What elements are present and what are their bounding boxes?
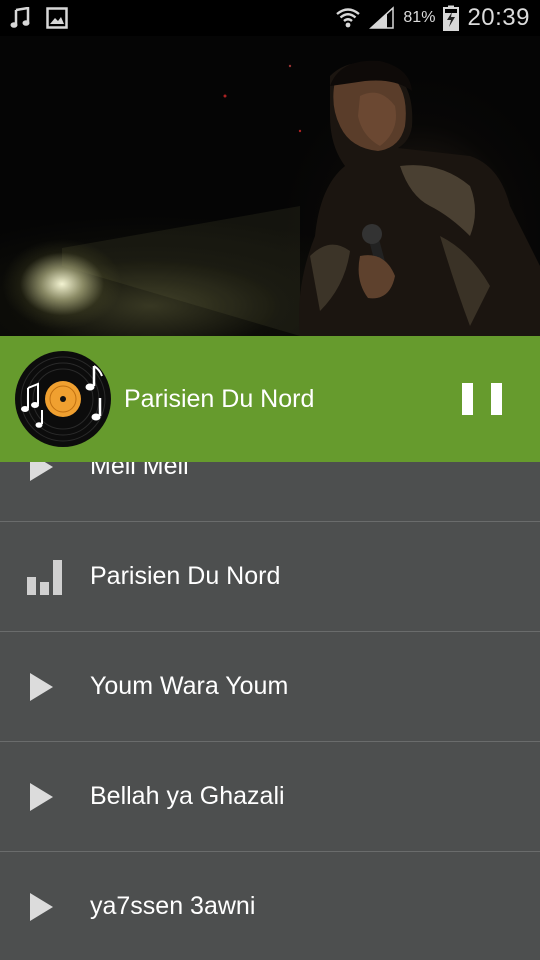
track-title: Parisien Du Nord	[90, 562, 281, 590]
status-clock: 20:39	[467, 4, 530, 31]
now-playing-bar[interactable]: Parisien Du Nord	[0, 336, 540, 462]
equalizer-icon	[27, 557, 67, 597]
pause-button[interactable]	[462, 379, 502, 419]
battery-charging-icon	[443, 5, 460, 31]
image-icon	[46, 7, 68, 29]
play-icon	[27, 777, 67, 817]
now-playing-title: Parisien Du Nord	[124, 384, 315, 413]
wifi-icon	[335, 5, 361, 31]
track-title: ya7ssen 3awni	[90, 892, 256, 920]
play-icon	[27, 887, 67, 927]
vinyl-disc-icon	[14, 350, 112, 448]
track-row[interactable]: Parisien Du Nord	[0, 522, 540, 632]
track-list[interactable]: Meli Meli Parisien Du Nord Youm Wara You…	[0, 412, 540, 960]
battery-percent: 81%	[403, 9, 436, 26]
track-row[interactable]: ya7ssen 3awni	[0, 852, 540, 960]
track-row[interactable]: Youm Wara Youm	[0, 632, 540, 742]
play-icon	[27, 667, 67, 707]
track-title: Bellah ya Ghazali	[90, 782, 285, 810]
artist-image	[0, 36, 540, 336]
pause-icon	[462, 383, 473, 415]
signal-icon	[369, 6, 395, 30]
status-bar: 81% 20:39	[0, 0, 540, 36]
track-title: Youm Wara Youm	[90, 672, 289, 700]
music-note-icon	[10, 7, 30, 29]
track-row[interactable]: Bellah ya Ghazali	[0, 742, 540, 852]
